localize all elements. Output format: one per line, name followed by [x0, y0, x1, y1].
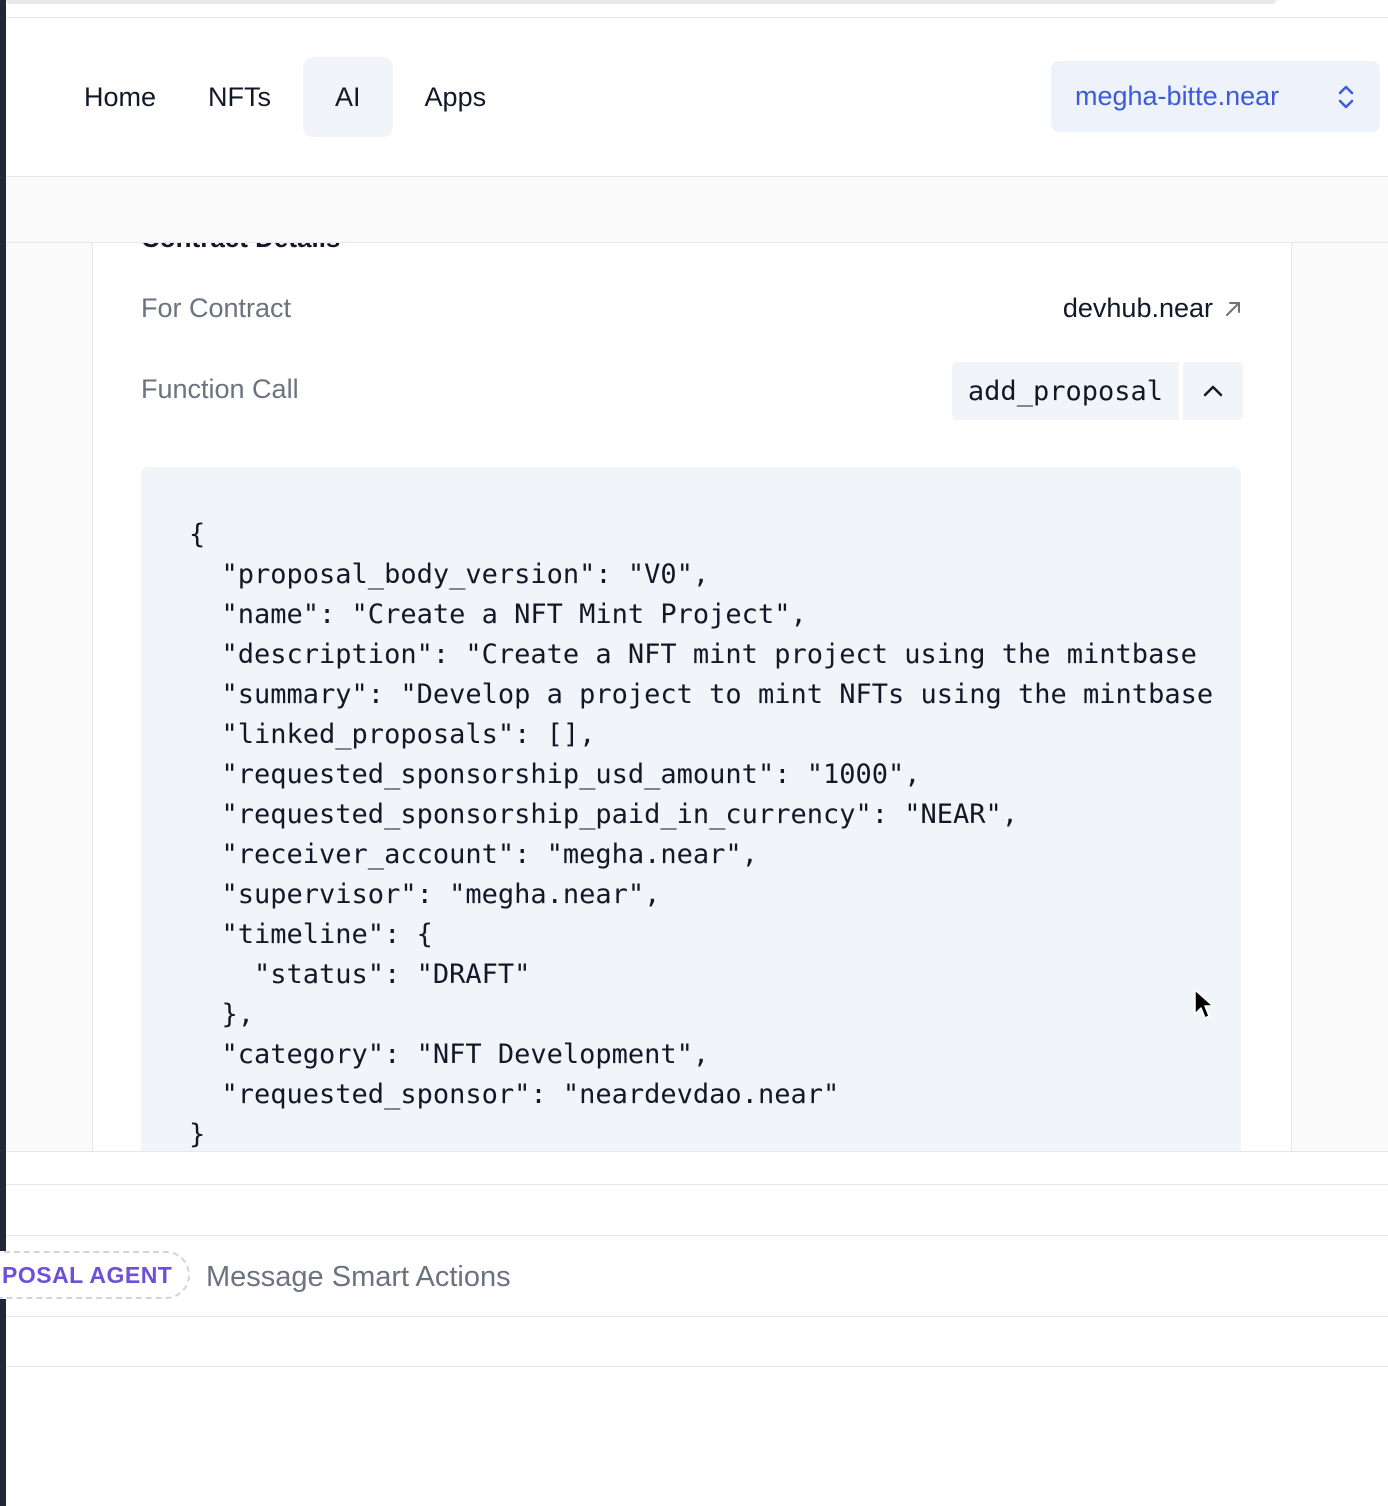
collapse-args-button[interactable]: [1183, 362, 1243, 420]
divider: [6, 1235, 1388, 1236]
chevron-up-down-icon: [1338, 85, 1354, 108]
main-nav: Home NFTs AI Apps: [64, 57, 518, 137]
message-input[interactable]: [206, 1255, 1356, 1299]
function-call-group: add_proposal: [951, 362, 1243, 420]
nav-item-ai[interactable]: AI: [303, 57, 393, 137]
agent-chip[interactable]: POSAL AGENT: [0, 1251, 191, 1299]
divider: [6, 1366, 1388, 1367]
function-label: Function Call: [141, 374, 299, 404]
divider: [6, 17, 1388, 18]
mouse-cursor-icon: [1194, 989, 1214, 1019]
contract-value: devhub.near: [1062, 293, 1213, 323]
nav-item-apps[interactable]: Apps: [405, 57, 507, 137]
top-scroll-indicator: [6, 0, 1276, 4]
account-name: megha-bitte.near: [1075, 81, 1280, 111]
args-code-block: { "proposal_body_version": "V0", "name":…: [141, 467, 1241, 1151]
account-switcher[interactable]: megha-bitte.near: [1051, 61, 1380, 132]
nav-item-nfts[interactable]: NFTs: [188, 57, 291, 137]
transaction-card: Contract Details For Contract devhub.nea…: [92, 243, 1292, 1151]
card-title: Contract Details: [141, 243, 340, 254]
divider: [6, 1316, 1388, 1317]
nav-item-home[interactable]: Home: [64, 57, 176, 137]
args-json: { "proposal_body_version": "V0", "name":…: [189, 519, 1214, 1150]
function-name: add_proposal: [951, 362, 1179, 420]
chevron-up-icon: [1203, 385, 1223, 397]
divider: [6, 1151, 1388, 1152]
contract-link[interactable]: devhub.near: [1063, 293, 1243, 324]
contract-label: For Contract: [141, 293, 292, 323]
external-link-icon: [1226, 301, 1240, 316]
divider: [6, 1184, 1388, 1185]
